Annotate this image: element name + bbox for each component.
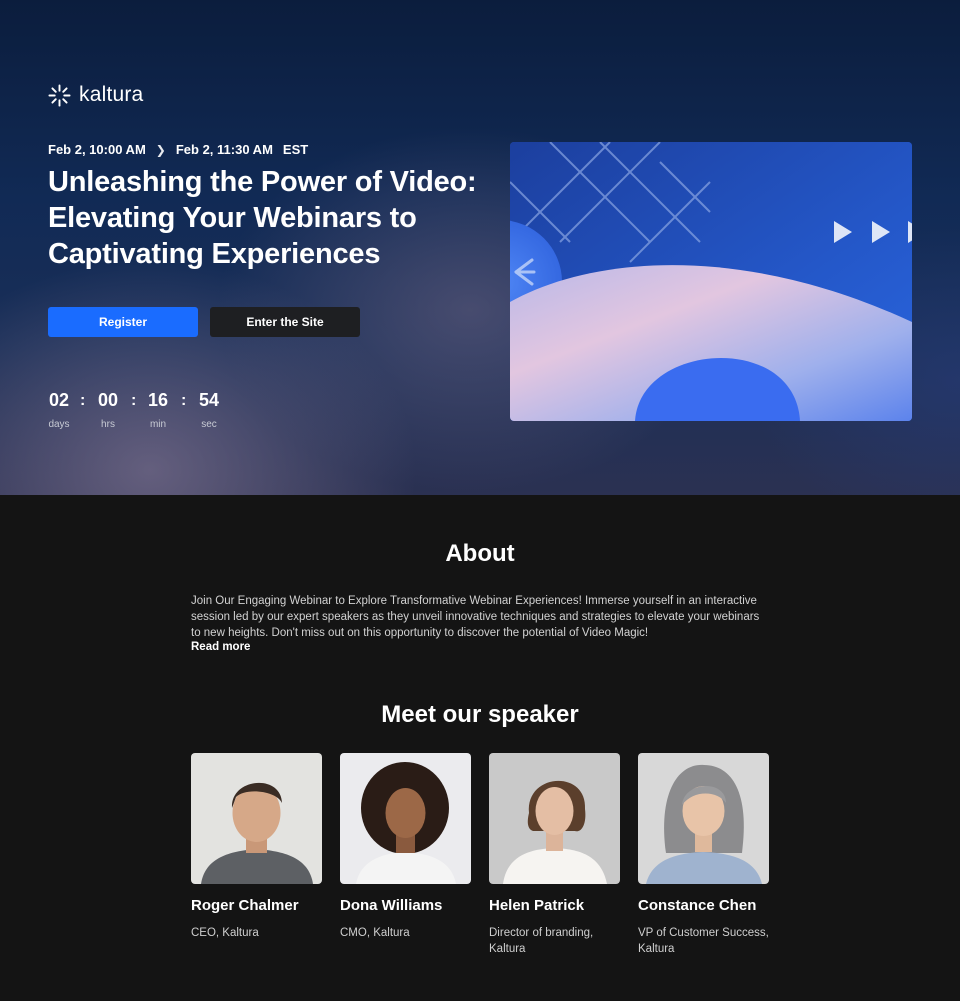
- speaker-photo: [489, 753, 620, 884]
- event-thumbnail[interactable]: [510, 142, 912, 421]
- enter-site-button[interactable]: Enter the Site: [210, 307, 360, 337]
- speaker-role: CMO, Kaltura: [340, 927, 410, 939]
- speaker-card[interactable]: Dona Williams CMO, Kaltura: [340, 753, 471, 941]
- speaker-name: Constance Chen: [638, 897, 757, 914]
- about-description: Join Our Engaging Webinar to Explore Tra…: [191, 595, 760, 639]
- countdown-days-label: days: [48, 419, 70, 430]
- countdown-separator: :: [131, 392, 137, 409]
- countdown-days-value: 02: [48, 390, 70, 410]
- speaker-role: VP of Customer Success, Kaltura: [638, 927, 769, 955]
- countdown-separator: :: [181, 392, 187, 409]
- about-heading: About: [445, 540, 515, 567]
- read-more-link[interactable]: Read more: [191, 641, 250, 653]
- countdown-hours: 00 hrs: [97, 390, 119, 430]
- countdown-seconds-label: sec: [201, 419, 217, 430]
- speaker-role: CEO, Kaltura: [191, 927, 259, 939]
- speaker-card[interactable]: Helen Patrick Director of branding, Kalt…: [489, 753, 620, 957]
- countdown-hours-value: 00: [97, 390, 119, 410]
- register-button[interactable]: Register: [48, 307, 198, 337]
- countdown-separator: :: [80, 392, 86, 409]
- speaker-name: Dona Williams: [340, 897, 443, 914]
- countdown-seconds-value: 54: [198, 390, 220, 410]
- event-end: Feb 2, 11:30 AM: [175, 142, 273, 157]
- speaker-photo: [638, 753, 769, 884]
- speaker-name: Roger Chalmer: [191, 897, 299, 914]
- thumbnail-artwork: [510, 142, 912, 421]
- speaker-name: Helen Patrick: [489, 897, 585, 914]
- countdown-days: 02 days: [48, 390, 70, 430]
- countdown-seconds: 54 sec: [198, 390, 220, 430]
- brand-name: kaltura: [79, 83, 144, 106]
- countdown-hours-label: hrs: [101, 419, 115, 430]
- speaker-photo: [191, 753, 322, 884]
- hero-section: kaltura Feb 2, 10:00 AM ❯ Feb 2, 11:30 A…: [0, 0, 960, 495]
- speaker-card[interactable]: Roger Chalmer CEO, Kaltura: [191, 753, 322, 941]
- brand-logo[interactable]: kaltura: [48, 83, 143, 107]
- countdown-minutes: 16 min: [147, 390, 169, 430]
- speaker-photo: [340, 753, 471, 884]
- event-start: Feb 2, 10:00 AM: [48, 142, 146, 157]
- speaker-role: Director of branding, Kaltura: [489, 927, 594, 955]
- countdown-minutes-label: min: [149, 419, 167, 430]
- event-dates: Feb 2, 10:00 AM ❯ Feb 2, 11:30 AM EST: [48, 142, 308, 157]
- event-title: Unleashing the Power of Video: Elevating…: [48, 166, 477, 270]
- event-timezone: EST: [282, 142, 309, 157]
- countdown-minutes-value: 16: [147, 390, 169, 410]
- kaltura-burst-icon: [48, 83, 71, 107]
- speaker-card[interactable]: Constance Chen VP of Customer Success, K…: [638, 753, 769, 957]
- chevron-right-icon: ❯: [155, 142, 166, 157]
- speakers-heading: Meet our speaker: [381, 701, 579, 728]
